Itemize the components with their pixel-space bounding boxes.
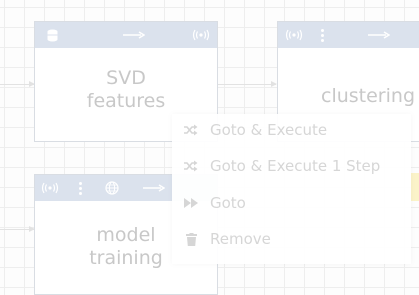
node-title-line2: features xyxy=(86,90,166,112)
fast-forward-icon xyxy=(172,198,210,208)
menu-item-goto-execute[interactable]: Goto & Execute xyxy=(172,115,411,145)
trash-icon xyxy=(172,232,210,246)
node-title-line1: clustering xyxy=(321,85,415,107)
broadcast-icon[interactable] xyxy=(38,175,62,201)
menu-item-goto[interactable]: Goto xyxy=(172,188,411,218)
menu-item-label: Remove xyxy=(210,230,271,248)
arrow-right-icon[interactable] xyxy=(141,175,167,201)
grip-icon[interactable] xyxy=(74,175,86,201)
shuffle-icon xyxy=(172,124,210,136)
edge-into-svd xyxy=(0,81,35,87)
node-header xyxy=(278,22,419,48)
node-title-line1: SVD xyxy=(106,67,146,89)
edge-into-model-training xyxy=(0,226,35,232)
context-menu: Goto & Execute Goto & Execute 1 Step Got… xyxy=(172,114,411,264)
node-title: SVD features xyxy=(35,67,217,113)
arrow-right-icon[interactable] xyxy=(366,22,392,48)
globe-icon[interactable] xyxy=(101,175,123,201)
menu-item-remove[interactable]: Remove xyxy=(172,224,411,254)
broadcast-icon[interactable] xyxy=(282,22,306,48)
node-title: clustering xyxy=(278,85,419,108)
menu-item-goto-execute-1-step[interactable]: Goto & Execute 1 Step xyxy=(172,151,411,181)
menu-item-label: Goto & Execute 1 Step xyxy=(210,157,381,175)
menu-item-label: Goto & Execute xyxy=(210,121,328,139)
arrow-right-icon[interactable] xyxy=(121,22,147,48)
broadcast-icon[interactable] xyxy=(189,22,213,48)
shuffle-icon xyxy=(172,160,210,172)
node-status-tab xyxy=(411,173,419,201)
grip-icon[interactable] xyxy=(316,22,328,48)
database-icon[interactable] xyxy=(41,22,63,48)
node-header xyxy=(35,22,217,48)
edge-svd-to-clustering xyxy=(218,81,277,87)
menu-item-label: Goto xyxy=(210,194,246,212)
